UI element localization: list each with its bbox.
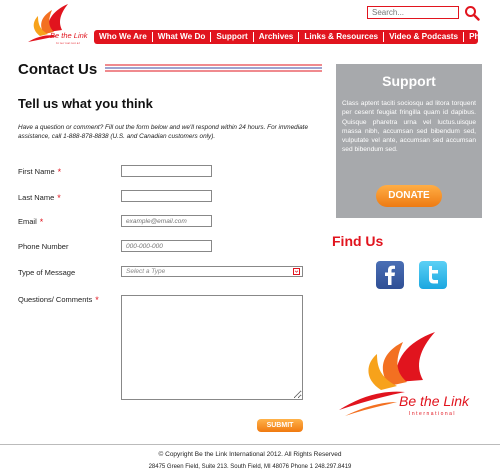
last-name-label: Last Name * — [18, 192, 61, 203]
nav-support[interactable]: Support — [211, 32, 254, 42]
chevron-down-icon — [293, 268, 300, 275]
phone-field[interactable] — [121, 240, 212, 252]
phone-label: Phone Number — [18, 242, 69, 251]
facebook-icon[interactable] — [376, 261, 404, 289]
questions-label: Questions/ Comments * — [18, 294, 99, 305]
last-name-label-text: Last Name — [18, 193, 55, 202]
title-divider — [105, 64, 322, 72]
footer-copyright: © Copyright Be the Link International 20… — [158, 451, 342, 458]
form-heading: Tell us what you think — [18, 96, 153, 111]
required-mark: * — [95, 295, 99, 305]
support-title: Support — [382, 73, 436, 89]
message-type-select[interactable]: Select a Type — [121, 266, 303, 277]
nav-video-podcasts[interactable]: Video & Podcasts — [384, 32, 465, 42]
required-mark: * — [57, 167, 62, 177]
first-name-label: First Name * — [18, 166, 62, 177]
be-the-link-logo[interactable]: Be the Link International — [18, 2, 98, 48]
required-mark: * — [57, 193, 61, 203]
questions-textarea[interactable] — [121, 295, 303, 400]
questions-label-text: Questions/ Comments — [18, 295, 93, 304]
last-name-field[interactable] — [121, 190, 212, 202]
form-intro: Have a question or comment? Fill out the… — [18, 124, 309, 140]
required-mark: * — [39, 217, 44, 227]
nav-who-we-are[interactable]: Who We Are — [94, 32, 153, 42]
svg-text:International: International — [56, 41, 80, 45]
message-type-label: Type of Message — [18, 268, 76, 277]
nav-links-resources[interactable]: Links & Resources — [299, 32, 385, 42]
submit-button[interactable]: SUBMIT — [257, 419, 303, 432]
page-title: Contact Us — [18, 61, 98, 78]
nav-what-we-do[interactable]: What We Do — [153, 32, 212, 42]
nav-photos[interactable]: Photos — [464, 32, 500, 42]
first-name-field[interactable] — [121, 165, 212, 177]
email-label: Email * — [18, 216, 44, 227]
main-nav: Who We Are What We Do Support Archives L… — [94, 30, 497, 44]
search-input[interactable] — [367, 6, 459, 19]
message-type-value: Select a Type — [126, 268, 166, 275]
donate-button[interactable]: DONATE — [376, 185, 442, 207]
svg-text:Be the Link: Be the Link — [399, 393, 470, 409]
first-name-label-text: First Name — [18, 167, 55, 176]
svg-text:International: International — [409, 411, 456, 417]
email-field[interactable] — [121, 215, 212, 227]
twitter-icon[interactable] — [419, 261, 447, 289]
footer-address: 28475 Green Field, Suite 213. South Fiel… — [148, 464, 352, 470]
search-icon[interactable] — [464, 5, 480, 21]
email-label-text: Email — [18, 217, 37, 226]
support-text: Class aptent taciti sociosqu ad litora t… — [342, 100, 476, 154]
nav-archives[interactable]: Archives — [254, 32, 300, 42]
support-panel: Support Class aptent taciti sociosqu ad … — [336, 64, 482, 218]
be-the-link-logo-large: Be the Link International — [339, 332, 470, 417]
find-us-heading: Find Us — [332, 233, 384, 249]
footer-divider — [0, 444, 500, 445]
svg-text:Be the Link: Be the Link — [50, 31, 89, 40]
